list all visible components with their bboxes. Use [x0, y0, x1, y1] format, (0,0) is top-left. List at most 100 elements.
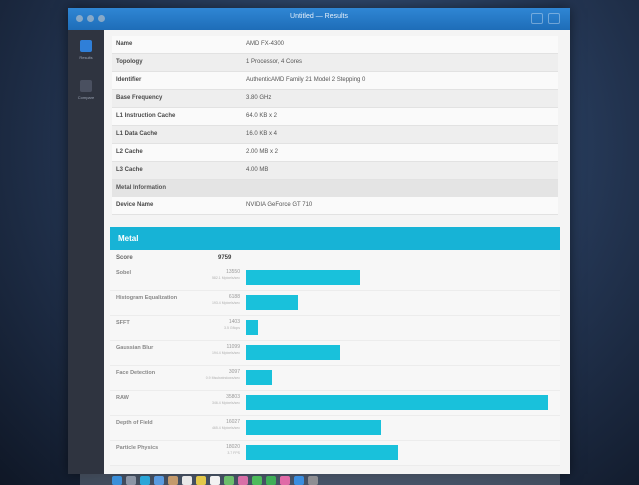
itunes-icon[interactable] [280, 476, 290, 485]
benchmark-bar [246, 320, 258, 335]
benchmark-name: SFFT [116, 320, 130, 326]
sidebar-item-results[interactable]: Results [68, 40, 104, 60]
info-key: L1 Instruction Cache [116, 113, 176, 119]
calendar-icon[interactable] [182, 476, 192, 485]
info-key: L3 Cache [116, 167, 143, 173]
benchmark-name: Sobel [116, 270, 131, 276]
benchmark-bar [246, 370, 272, 385]
benchmark-bar [246, 270, 360, 285]
benchmark-rate: 3.5 Gflops [224, 326, 240, 330]
results-content: Name AMD FX-4300 Topology 1 Processor, 4… [104, 30, 570, 474]
app-store-icon[interactable] [294, 476, 304, 485]
benchmark-name: RAW [116, 395, 129, 401]
benchmark-rate: 0.9 Msubwindows/sec [205, 376, 240, 380]
info-value: 2.00 MB x 2 [246, 149, 279, 155]
info-key: Identifier [116, 77, 142, 83]
info-value: 3.80 GHz [246, 95, 272, 101]
info-value: 16.0 KB x 4 [246, 131, 278, 137]
app-window: Untitled — Results Results Compare Name … [68, 8, 570, 474]
safari-icon[interactable] [140, 476, 150, 485]
dock [80, 474, 560, 485]
benchmark-score: 18020 [226, 444, 240, 450]
info-key: L2 Cache [116, 149, 143, 155]
info-row-l2-cache: L2 Cache 2.00 MB x 2 [112, 144, 558, 162]
window-title: Untitled — Results [290, 13, 348, 20]
benchmark-row: RAW 35803 346.4 Mpixels/sec [110, 391, 560, 416]
benchmark-rate: 3.7 FPS [227, 451, 240, 455]
benchmark-score: 13550 [226, 269, 240, 275]
benchmark-name: Depth of Field [116, 420, 153, 426]
benchmark-row: SFFT 1403 3.5 Gflops [110, 316, 560, 341]
sidebar-item-label: Compare [77, 95, 95, 100]
settings-button[interactable] [548, 13, 560, 24]
info-row-l1-data-cache: L1 Data Cache 16.0 KB x 4 [112, 126, 558, 144]
facetime-icon[interactable] [266, 476, 276, 485]
info-key: Device Name [116, 202, 154, 208]
maps-icon[interactable] [224, 476, 234, 485]
metal-score-row: Score 9759 [110, 250, 560, 267]
benchmark-bar [246, 345, 340, 360]
contacts-icon[interactable] [168, 476, 178, 485]
share-button[interactable] [531, 13, 543, 24]
info-row-name: Name AMD FX-4300 [112, 36, 558, 54]
metal-information-header: Metal Information [112, 180, 558, 197]
title-bar: Untitled — Results [68, 8, 570, 30]
system-info-table: Name AMD FX-4300 Topology 1 Processor, 4… [112, 36, 558, 215]
info-value: 64.0 KB x 2 [246, 113, 278, 119]
metal-header-label: Metal [118, 234, 139, 243]
info-row-base-frequency: Base Frequency 3.80 GHz [112, 90, 558, 108]
messages-icon[interactable] [252, 476, 262, 485]
benchmark-name: Particle Physics [116, 445, 159, 451]
system-preferences-icon[interactable] [308, 476, 318, 485]
sidebar-item-label: Results [79, 55, 93, 60]
benchmark-score: 3097 [228, 369, 240, 375]
benchmark-row: Sobel 13550 582.1 Mpixels/sec [110, 266, 560, 291]
info-key: Name [116, 41, 133, 47]
sidebar-item-compare[interactable]: Compare [68, 80, 104, 100]
info-value: 1 Processor, 4 Cores [246, 59, 303, 65]
benchmark-row: Depth of Field 16027 465.4 Mpixels/sec [110, 416, 560, 441]
info-key: Base Frequency [116, 95, 163, 101]
benchmark-row: Gaussian Blur 11099 194.4 Mpixels/sec [110, 341, 560, 366]
benchmark-name: Face Detection [116, 370, 156, 376]
benchmark-bar [246, 295, 298, 310]
benchmark-score: 6188 [228, 294, 240, 300]
benchmark-bar [246, 445, 398, 460]
info-row-l3-cache: L3 Cache 4.00 MB [112, 162, 558, 180]
benchmark-name: Gaussian Blur [116, 345, 154, 351]
benchmark-row: Particle Physics 18020 3.7 FPS [110, 441, 560, 466]
metal-section-header: Metal [110, 227, 560, 250]
score-value: 9759 [218, 255, 232, 261]
photos-icon[interactable] [238, 476, 248, 485]
info-row-topology: Topology 1 Processor, 4 Cores [112, 54, 558, 72]
benchmark-score: 16027 [226, 419, 240, 425]
info-value: 4.00 MB [246, 167, 269, 173]
info-key: L1 Data Cache [116, 131, 158, 137]
mail-icon[interactable] [154, 476, 164, 485]
sidebar: Results Compare [68, 30, 104, 474]
benchmark-score: 35803 [226, 394, 240, 400]
section-title: Metal Information [116, 185, 167, 191]
benchmark-rate: 582.1 Mpixels/sec [211, 276, 240, 280]
benchmark-bar [246, 395, 548, 410]
benchmark-rate: 465.4 Mpixels/sec [211, 426, 240, 430]
benchmark-rate: 346.4 Mpixels/sec [211, 401, 240, 405]
finder-icon[interactable] [112, 476, 122, 485]
info-key: Topology [116, 59, 143, 65]
results-icon [80, 40, 92, 52]
info-row-device-name: Device Name NVIDIA GeForce GT 710 [112, 197, 558, 215]
info-row-identifier: Identifier AuthenticAMD Family 21 Model … [112, 72, 558, 90]
notes-icon[interactable] [196, 476, 206, 485]
benchmark-row: Histogram Equalization 6188 193.4 Mpixel… [110, 291, 560, 316]
benchmark-score: 11099 [226, 344, 240, 350]
launchpad-icon[interactable] [126, 476, 136, 485]
benchmark-row: Face Detection 3097 0.9 Msubwindows/sec [110, 366, 560, 391]
reminders-icon[interactable] [210, 476, 220, 485]
benchmark-name: Histogram Equalization [116, 295, 178, 301]
benchmark-bar [246, 420, 381, 435]
info-value: AMD FX-4300 [246, 41, 285, 47]
benchmark-score: 1403 [228, 319, 240, 325]
info-row-l1-instruction-cache: L1 Instruction Cache 64.0 KB x 2 [112, 108, 558, 126]
benchmark-rate: 193.4 Mpixels/sec [211, 301, 240, 305]
score-label: Score [116, 255, 133, 261]
